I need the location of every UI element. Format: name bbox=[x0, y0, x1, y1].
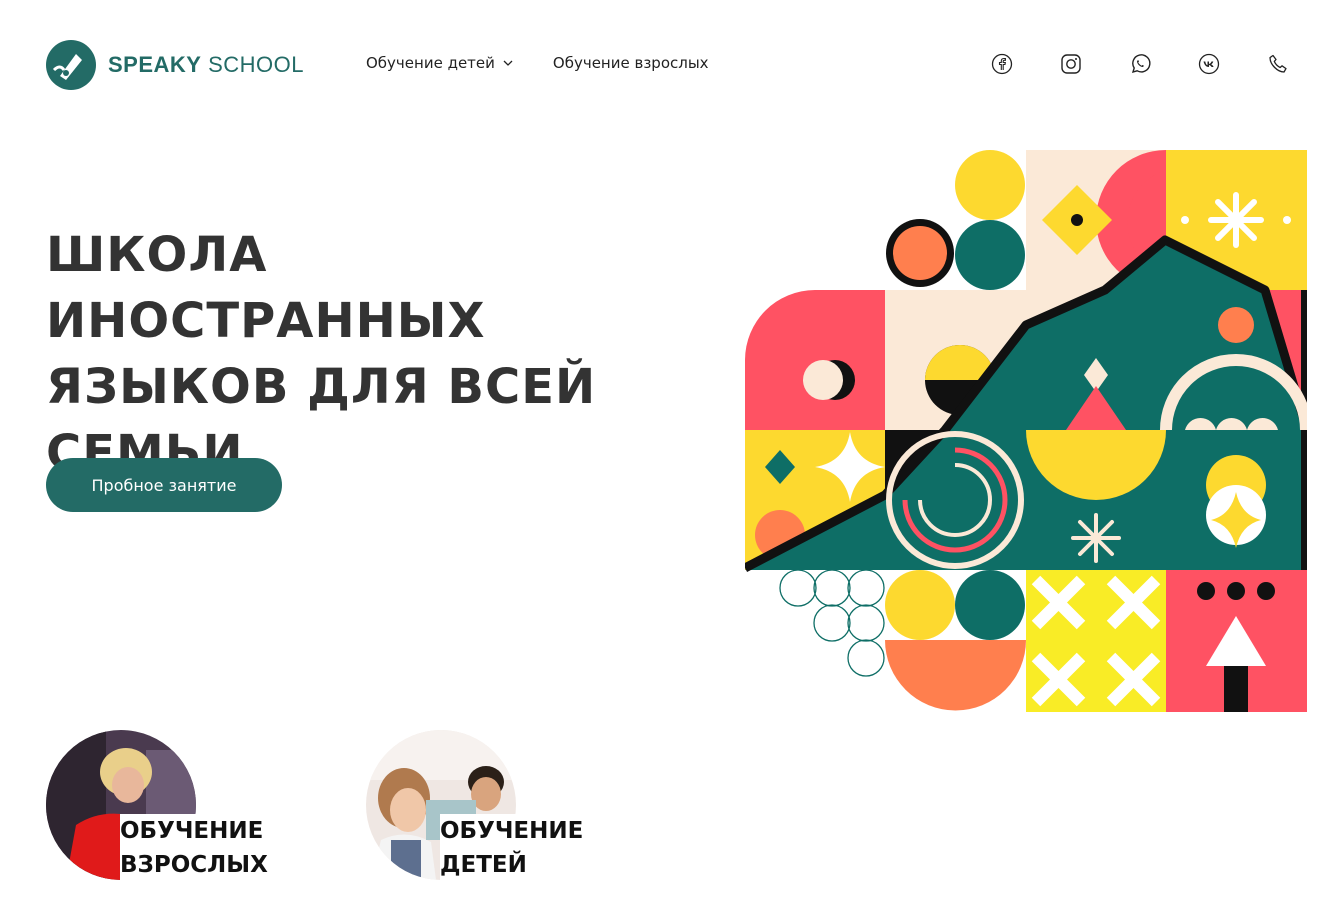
hero-title-line: ЯЗЫКОВ ДЛЯ ВСЕЙ bbox=[46, 359, 597, 415]
vk-icon[interactable] bbox=[1197, 52, 1221, 76]
card-label-line: ДЕТЕЙ bbox=[440, 848, 529, 882]
card-adults-label: ОБУЧЕНИЕ ВЗРОСЛЫХ bbox=[120, 814, 270, 882]
phone-icon[interactable] bbox=[1266, 52, 1290, 76]
facebook-icon[interactable] bbox=[990, 52, 1014, 76]
trial-lesson-button[interactable]: Пробное занятие bbox=[46, 458, 282, 512]
hero-title-line: ШКОЛА ИНОСТРАННЫХ bbox=[46, 227, 486, 349]
whatsapp-icon[interactable] bbox=[1128, 52, 1152, 76]
card-label-line: ОБУЧЕНИЕ bbox=[120, 814, 266, 848]
chevron-down-icon bbox=[503, 60, 513, 66]
nav-item-label: Обучение детей bbox=[366, 54, 495, 72]
main-nav: Обучение детей Обучение взрослых bbox=[366, 54, 709, 72]
card-children-label: ОБУЧЕНИЕ ДЕТЕЙ bbox=[440, 814, 586, 882]
social-links bbox=[990, 52, 1290, 76]
hero-title: ШКОЛА ИНОСТРАННЫХ ЯЗЫКОВ ДЛЯ ВСЕЙ СЕМЬИ bbox=[46, 222, 686, 486]
logo-text: SPEAKY SCHOOL bbox=[108, 52, 305, 77]
logo[interactable]: SPEAKY SCHOOL bbox=[46, 40, 304, 90]
nav-item-adults[interactable]: Обучение взрослых bbox=[553, 54, 709, 72]
hero-illustration bbox=[745, 150, 1307, 712]
site-header: SPEAKY SCHOOL Обучение детей Обучение вз… bbox=[0, 0, 1343, 130]
card-label-line: ОБУЧЕНИЕ bbox=[440, 814, 586, 848]
logo-icon bbox=[46, 40, 96, 90]
nav-item-children[interactable]: Обучение детей bbox=[366, 54, 513, 72]
card-label-line: ВЗРОСЛЫХ bbox=[120, 848, 270, 882]
instagram-icon[interactable] bbox=[1059, 52, 1083, 76]
nav-item-label: Обучение взрослых bbox=[552, 54, 709, 72]
